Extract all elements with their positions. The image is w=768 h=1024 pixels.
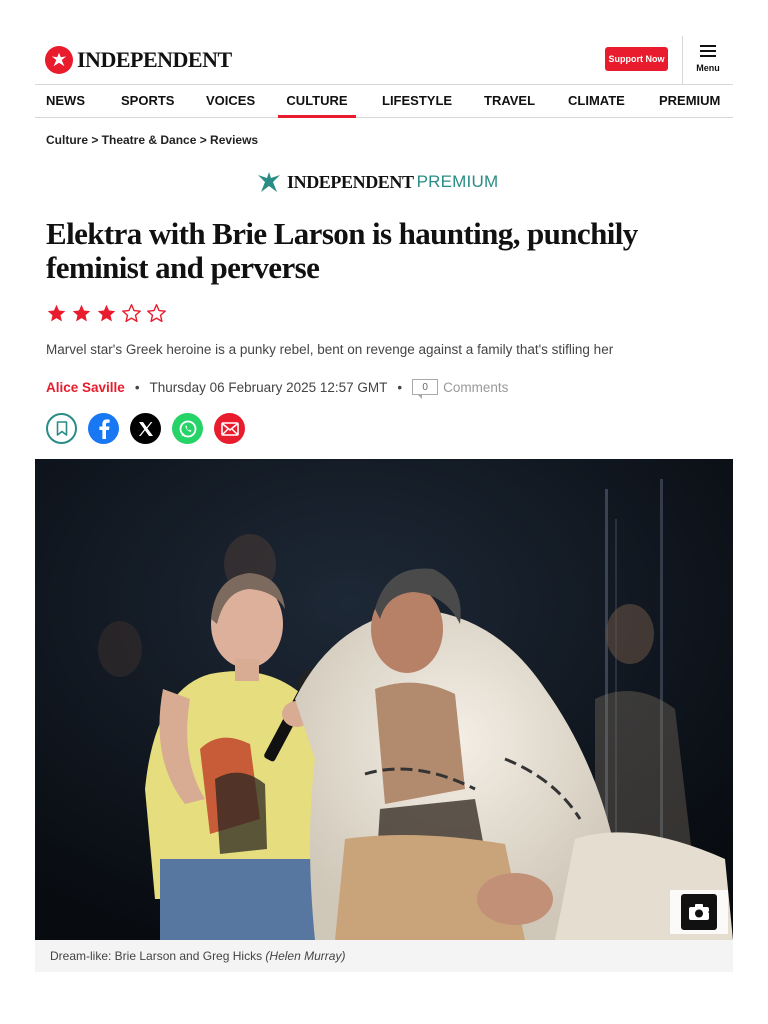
- site-header: INDEPENDENT Support Now Menu: [35, 36, 733, 86]
- comments-label: Comments: [443, 379, 509, 395]
- email-share-button[interactable]: [214, 413, 245, 444]
- support-now-button[interactable]: Support Now: [605, 47, 668, 71]
- comments-link[interactable]: 0 Comments: [412, 379, 509, 399]
- premium-badge: INDEPENDENT PREMIUM: [257, 171, 498, 193]
- article-headline: Elektra with Brie Larson is haunting, pu…: [46, 216, 638, 285]
- nav-item-climate[interactable]: CLIMATE: [568, 85, 625, 117]
- star-empty-icon: [147, 304, 166, 323]
- hero-photo-illustration: [35, 459, 733, 940]
- star-filled-icon: [72, 304, 91, 322]
- premium-eagle-icon: [258, 172, 280, 192]
- star-empty-icon: [122, 304, 141, 323]
- bookmark-icon: [56, 421, 67, 436]
- star-rating: [46, 303, 167, 324]
- site-logo-text: INDEPENDENT: [77, 47, 232, 72]
- menu-button[interactable]: Menu: [690, 44, 726, 73]
- caption-text: Dream-like: Brie Larson and Greg Hicks: [50, 949, 263, 963]
- whatsapp-share-button[interactable]: [172, 413, 203, 444]
- article-byline: Alice Saville • Thursday 06 February 202…: [46, 376, 509, 399]
- article-hero-image[interactable]: [35, 459, 733, 940]
- site-logo[interactable]: INDEPENDENT: [45, 46, 232, 74]
- premium-tier-text: PREMIUM: [416, 172, 499, 191]
- star-filled-icon: [97, 304, 116, 322]
- bookmark-button[interactable]: [46, 413, 77, 444]
- email-icon: [220, 421, 239, 436]
- section-nav: NEWS SPORTS VOICES CULTURE LIFESTYLE TRA…: [35, 84, 733, 118]
- facebook-share-button[interactable]: [88, 413, 119, 444]
- byline-separator: •: [397, 379, 403, 395]
- premium-brand-text: INDEPENDENT: [287, 171, 414, 192]
- comment-count-icon: 0: [412, 379, 439, 399]
- facebook-icon: [98, 418, 110, 439]
- x-icon: [138, 421, 153, 436]
- byline-separator: •: [134, 379, 140, 395]
- menu-label: Menu: [696, 63, 720, 73]
- nav-item-voices[interactable]: VOICES: [206, 85, 255, 117]
- breadcrumb[interactable]: Culture > Theatre & Dance > Reviews: [46, 133, 258, 147]
- caption-credit: (Helen Murray): [265, 949, 346, 963]
- gallery-count: 2: [708, 900, 716, 916]
- author-link[interactable]: Alice Saville: [46, 380, 125, 395]
- share-bar: [46, 413, 245, 444]
- nav-item-lifestyle[interactable]: LIFESTYLE: [382, 85, 452, 117]
- nav-item-culture[interactable]: CULTURE: [278, 85, 356, 118]
- hamburger-icon: [700, 45, 716, 57]
- gallery-button[interactable]: [670, 890, 728, 934]
- nav-item-news[interactable]: NEWS: [46, 85, 85, 117]
- nav-item-sports[interactable]: SPORTS: [121, 85, 174, 117]
- publish-date: Thursday 06 February 2025 12:57 GMT: [149, 379, 388, 395]
- eagle-logo-icon: [45, 46, 73, 74]
- nav-item-travel[interactable]: TRAVEL: [484, 85, 535, 117]
- article-standfirst: Marvel star's Greek heroine is a punky r…: [46, 342, 614, 357]
- x-share-button[interactable]: [130, 413, 161, 444]
- image-caption: Dream-like: Brie Larson and Greg Hicks (…: [35, 940, 733, 972]
- header-divider: [682, 36, 683, 84]
- star-filled-icon: [47, 304, 66, 322]
- nav-item-premium[interactable]: PREMIUM: [659, 85, 720, 117]
- whatsapp-icon: [179, 420, 196, 437]
